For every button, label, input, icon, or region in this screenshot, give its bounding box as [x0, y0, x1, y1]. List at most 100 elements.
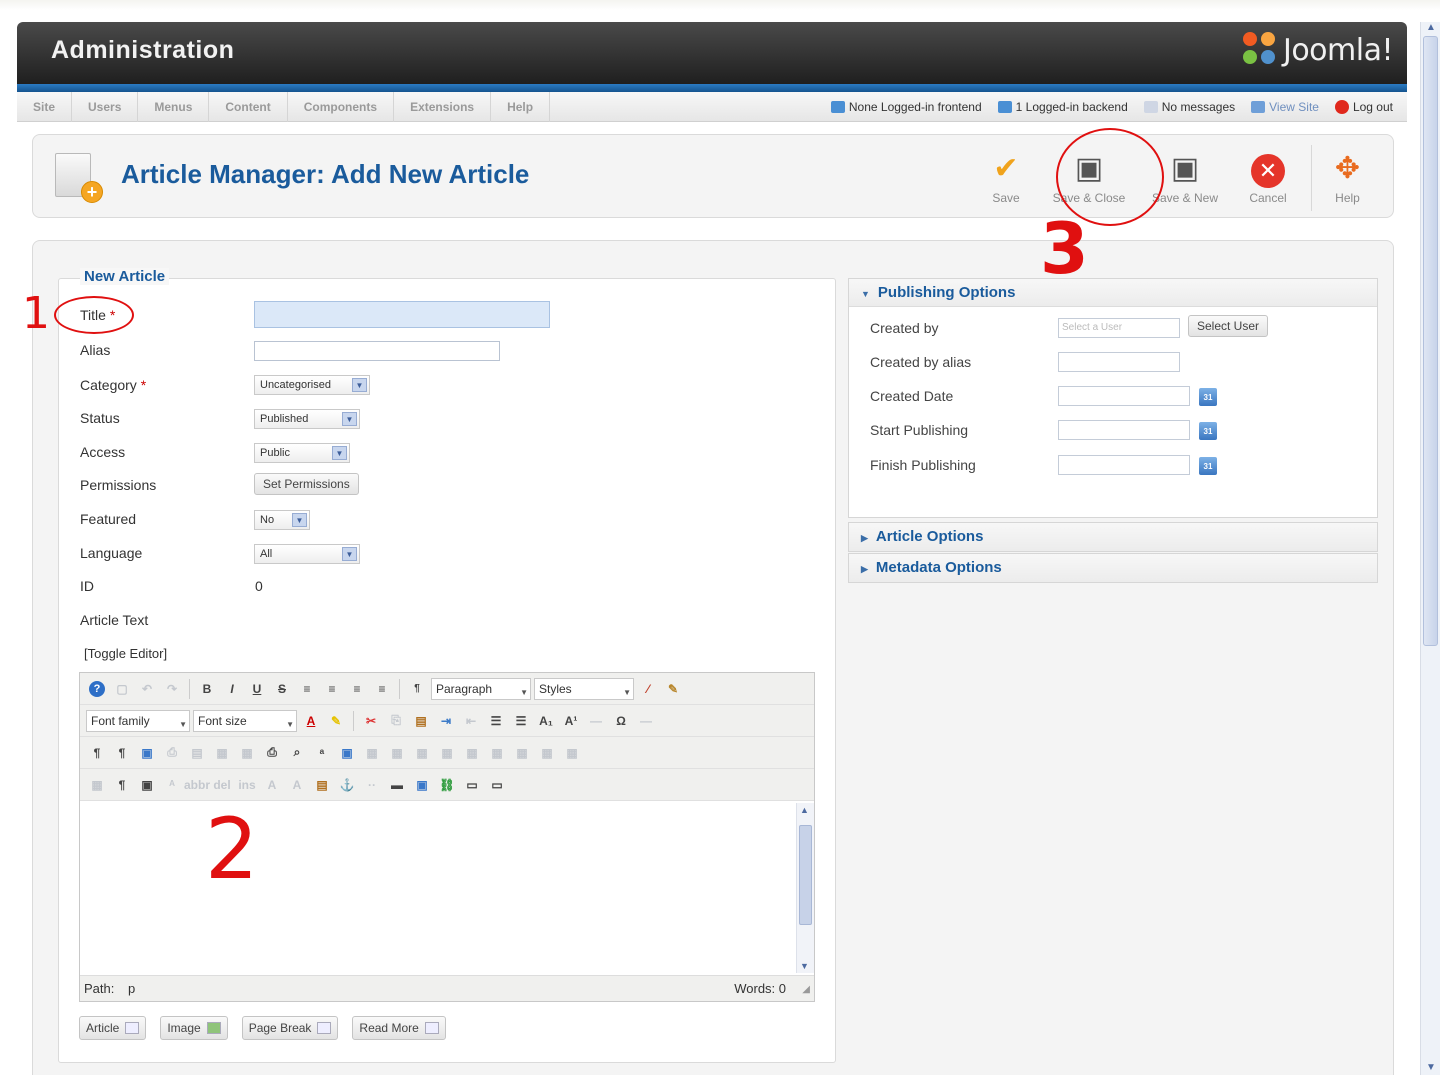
bullet-list-icon[interactable]: ☰ — [510, 710, 532, 732]
metadata-options-pane[interactable]: ▶ Metadata Options — [848, 553, 1378, 583]
ordered-list-icon[interactable]: ☰ — [485, 710, 507, 732]
logout-link[interactable]: Log out — [1334, 100, 1393, 114]
media-icon[interactable]: ▦ — [361, 742, 383, 764]
status-select[interactable]: Published ▼ — [254, 409, 360, 429]
image-icon[interactable]: ▣ — [411, 774, 433, 796]
scrollbar-thumb[interactable] — [1423, 36, 1438, 646]
layer-icon[interactable]: ▭ — [486, 774, 508, 796]
font-family-select[interactable]: Font family ▼ — [86, 709, 190, 732]
scroll-down-icon[interactable]: ▼ — [800, 961, 809, 971]
split-cells-icon[interactable]: ▦ — [561, 742, 583, 764]
highlight-icon[interactable]: ✎ — [325, 710, 347, 732]
format-icon[interactable]: ¶ — [406, 678, 428, 700]
delete-col-icon[interactable]: ▦ — [511, 742, 533, 764]
undo-icon[interactable]: ↶ — [136, 678, 158, 700]
featured-select[interactable]: No ▼ — [254, 510, 310, 530]
metadata-options-header[interactable]: ▶ Metadata Options — [849, 554, 1377, 582]
cancel-button[interactable]: ✕ Cancel — [1233, 145, 1303, 211]
about-icon[interactable]: ? — [86, 678, 108, 700]
spellcheck-icon[interactable]: ᴬ — [161, 774, 183, 796]
align-left-icon[interactable]: ≡ — [296, 678, 318, 700]
menu-menus[interactable]: Menus — [138, 92, 210, 122]
help-button[interactable]: ✥ Help — [1311, 145, 1383, 211]
replace-icon[interactable]: ᵃ — [311, 742, 333, 764]
language-select[interactable]: All ▼ — [254, 544, 360, 564]
redo-icon[interactable]: ↷ — [161, 678, 183, 700]
paste-word-icon[interactable]: ▤ — [311, 774, 333, 796]
justify-icon[interactable]: ≡ — [371, 678, 393, 700]
publishing-options-header[interactable]: ▼ Publishing Options — [849, 279, 1377, 307]
scroll-down-icon[interactable]: ▼ — [1424, 1062, 1438, 1073]
status-messages[interactable]: No messages — [1143, 100, 1235, 114]
toggle-editor-link[interactable]: [Toggle Editor] — [84, 646, 167, 661]
omega-icon[interactable]: Ω — [610, 710, 632, 732]
select-user-button[interactable]: Select User — [1188, 315, 1269, 337]
text-color-icon[interactable]: A — [300, 710, 322, 732]
save-button[interactable]: ✔ Save — [971, 145, 1041, 211]
bold-icon[interactable]: B — [196, 678, 218, 700]
created-date-input[interactable] — [1058, 386, 1190, 406]
broom-icon[interactable]: ✎ — [662, 678, 684, 700]
calendar-icon[interactable]: 31 — [1199, 422, 1217, 440]
find-icon[interactable]: ⌕ — [286, 742, 308, 764]
article-options-pane[interactable]: ▶ Article Options — [848, 522, 1378, 552]
template-icon[interactable]: ▤ — [186, 742, 208, 764]
scroll-up-icon[interactable]: ▲ — [1424, 22, 1438, 33]
calendar-icon[interactable]: 31 — [1199, 388, 1217, 406]
menu-extensions[interactable]: Extensions — [394, 92, 492, 122]
nonbreaking-icon[interactable]: ·· — [361, 774, 383, 796]
table-props-icon[interactable]: ▦ — [386, 742, 408, 764]
horizontal-rule-icon[interactable]: ▬ — [386, 774, 408, 796]
page-break-button[interactable]: Page Break — [241, 1016, 339, 1040]
italic-icon[interactable]: I — [221, 678, 243, 700]
style-props-icon[interactable]: A — [286, 774, 308, 796]
category-select[interactable]: Uncategorised ▼ — [254, 375, 370, 395]
fullscreen-icon[interactable]: ▭ — [461, 774, 483, 796]
access-select[interactable]: Public ▼ — [254, 443, 350, 463]
created-by-input[interactable]: Select a User — [1058, 318, 1180, 338]
outdent-icon[interactable]: ⇤ — [460, 710, 482, 732]
link-icon[interactable]: ⛓ — [436, 774, 458, 796]
article-options-header[interactable]: ▶ Article Options — [849, 523, 1377, 551]
resize-grip-icon[interactable]: ◢ — [802, 984, 810, 995]
clean-up-icon[interactable]: ⁄ — [637, 678, 659, 700]
anchor-icon[interactable]: ⚓ — [336, 774, 358, 796]
superscript-icon[interactable]: A¹ — [560, 710, 582, 732]
strikethrough-icon[interactable]: S — [271, 678, 293, 700]
blockquote-icon[interactable]: ▣ — [136, 774, 158, 796]
copy-icon[interactable]: ⎘ — [385, 710, 407, 732]
menu-help[interactable]: Help — [491, 92, 551, 122]
preview-icon[interactable]: ▣ — [136, 742, 158, 764]
path-value[interactable]: p — [128, 981, 135, 996]
underline-icon[interactable]: U — [246, 678, 268, 700]
window-scrollbar[interactable]: ▲ ▼ — [1420, 22, 1440, 1075]
cell-props-icon[interactable]: ▦ — [411, 742, 433, 764]
scroll-up-icon[interactable]: ▲ — [800, 805, 809, 815]
menu-content[interactable]: Content — [209, 92, 288, 122]
calendar-icon[interactable]: 31 — [1199, 457, 1217, 475]
subscript-icon[interactable]: A₁ — [535, 710, 557, 732]
insert-row-icon[interactable]: ▦ — [436, 742, 458, 764]
visual-aid-icon[interactable]: ▦ — [86, 774, 108, 796]
abbr-icon[interactable]: abbr — [184, 774, 210, 796]
title-input[interactable] — [254, 301, 550, 328]
read-more-button[interactable]: Read More — [352, 1016, 446, 1040]
attribs-icon[interactable]: A — [261, 774, 283, 796]
del-icon[interactable]: del — [211, 774, 233, 796]
menu-site[interactable]: Site — [17, 92, 73, 122]
indent-icon[interactable]: ⇥ — [435, 710, 457, 732]
font-size-select[interactable]: Font size ▼ — [193, 709, 297, 732]
merge-cells-icon[interactable]: ▦ — [536, 742, 558, 764]
insert-col-icon[interactable]: ▦ — [486, 742, 508, 764]
created-by-alias-input[interactable] — [1058, 352, 1180, 372]
row-icon[interactable]: ▦ — [236, 742, 258, 764]
ltr-icon[interactable]: ¶ — [86, 742, 108, 764]
view-site-link[interactable]: View Site — [1251, 100, 1319, 114]
alias-input[interactable] — [254, 341, 500, 361]
rtl-icon[interactable]: ¶ — [111, 742, 133, 764]
format-select[interactable]: Paragraph ▼ — [431, 677, 531, 700]
hr-icon[interactable]: — — [635, 710, 657, 732]
finish-publishing-input[interactable] — [1058, 455, 1190, 475]
ins-icon[interactable]: ins — [236, 774, 258, 796]
printer-icon[interactable]: ⎙ — [261, 742, 283, 764]
